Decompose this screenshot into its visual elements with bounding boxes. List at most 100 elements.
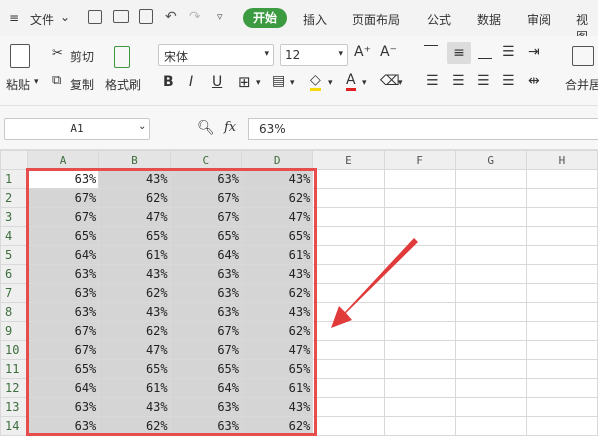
zoom-icon[interactable]: 🔍︎ <box>197 120 215 136</box>
increase-font-icon[interactable]: A⁺ <box>354 44 371 60</box>
cell[interactable] <box>383 264 456 284</box>
cell[interactable]: 67% <box>169 207 243 227</box>
cell[interactable]: 63% <box>26 416 100 436</box>
cell[interactable]: 47% <box>240 207 314 227</box>
row-header[interactable]: 2 <box>0 188 28 208</box>
column-header-c[interactable]: C <box>169 150 243 170</box>
cell[interactable] <box>454 378 527 398</box>
file-menu[interactable]: 文件 <box>30 11 54 28</box>
cell[interactable]: 63% <box>26 283 100 303</box>
cell[interactable] <box>454 264 527 284</box>
cell[interactable] <box>383 359 456 379</box>
justify-icon[interactable]: ☰ <box>502 73 515 89</box>
format-painter-icon[interactable] <box>114 46 130 68</box>
clear-chevron-icon[interactable]: ▾ <box>398 78 403 88</box>
quick-access-chevron-icon[interactable]: ▿ <box>217 10 223 23</box>
cell[interactable]: 63% <box>169 416 243 436</box>
cell[interactable] <box>312 283 385 303</box>
row-header[interactable]: 12 <box>0 378 28 398</box>
cell[interactable] <box>383 321 456 341</box>
cell[interactable]: 61% <box>98 378 171 398</box>
row-header[interactable]: 3 <box>0 207 28 227</box>
cell[interactable] <box>312 169 385 189</box>
tab-insert[interactable]: 插入 <box>303 11 327 28</box>
cell[interactable]: 43% <box>98 264 171 284</box>
cell[interactable]: 43% <box>98 302 171 322</box>
cell[interactable] <box>383 226 456 246</box>
cell[interactable]: 67% <box>169 188 243 208</box>
cell[interactable] <box>525 207 598 227</box>
clear-icon[interactable]: ⌫ <box>380 73 400 89</box>
cell[interactable]: 64% <box>26 245 100 265</box>
align-middle-icon[interactable]: ≡ <box>447 42 471 64</box>
cell[interactable] <box>454 359 527 379</box>
cell[interactable]: 65% <box>26 359 100 379</box>
select-all-corner[interactable] <box>0 150 28 170</box>
cell[interactable]: 67% <box>26 188 100 208</box>
save-icon[interactable] <box>88 10 102 24</box>
cell[interactable] <box>525 302 598 322</box>
column-header-d[interactable]: D <box>240 150 314 170</box>
cell[interactable]: 61% <box>98 245 171 265</box>
cell[interactable] <box>454 416 527 436</box>
cell[interactable]: 43% <box>240 397 314 417</box>
cell[interactable]: 43% <box>98 397 171 417</box>
row-header[interactable]: 1 <box>0 169 28 189</box>
cell[interactable]: 62% <box>98 283 171 303</box>
cell[interactable]: 64% <box>169 378 243 398</box>
cell[interactable]: 67% <box>169 340 243 360</box>
cell[interactable]: 67% <box>26 207 100 227</box>
underline-icon[interactable]: U <box>212 74 222 90</box>
align-top-icon[interactable]: ⎺ <box>424 44 438 60</box>
font-size-select[interactable]: 12 ▾ <box>280 44 348 66</box>
cell[interactable] <box>383 302 456 322</box>
column-header-a[interactable]: A <box>26 150 100 170</box>
cell[interactable]: 67% <box>26 340 100 360</box>
cell[interactable]: 47% <box>98 340 171 360</box>
cell[interactable] <box>312 397 385 417</box>
cell[interactable]: 63% <box>26 397 100 417</box>
cell[interactable]: 65% <box>98 226 171 246</box>
cell[interactable] <box>383 283 456 303</box>
column-header-e[interactable]: E <box>312 150 385 170</box>
cell[interactable] <box>454 397 527 417</box>
cell[interactable] <box>383 245 456 265</box>
column-header-f[interactable]: F <box>383 150 456 170</box>
cell[interactable] <box>525 416 598 436</box>
paste-chevron-icon[interactable]: ▾ <box>34 77 39 87</box>
cell[interactable] <box>312 378 385 398</box>
align-left-icon[interactable]: ☰ <box>426 73 439 89</box>
redo-icon[interactable]: ↷ <box>189 9 201 25</box>
cell[interactable]: 43% <box>240 302 314 322</box>
cell[interactable] <box>454 245 527 265</box>
cell[interactable] <box>312 340 385 360</box>
cell[interactable]: 67% <box>26 321 100 341</box>
row-header[interactable]: 7 <box>0 283 28 303</box>
cell[interactable] <box>525 397 598 417</box>
file-chevron-icon[interactable]: ⌄ <box>60 10 70 24</box>
undo-icon[interactable]: ↶ <box>165 9 177 25</box>
cell[interactable]: 65% <box>240 359 314 379</box>
distribute-icon[interactable]: ⇹ <box>528 73 540 89</box>
cell[interactable] <box>525 226 598 246</box>
cell[interactable]: 63% <box>169 169 243 189</box>
column-header-h[interactable]: H <box>525 150 598 170</box>
font-color-chevron-icon[interactable]: ▾ <box>362 78 367 88</box>
border-icon[interactable]: ⊞ <box>238 73 251 91</box>
tab-start[interactable]: 开始 <box>243 8 287 28</box>
cell[interactable]: 62% <box>98 188 171 208</box>
row-header[interactable]: 9 <box>0 321 28 341</box>
cell[interactable]: 43% <box>240 264 314 284</box>
cell[interactable] <box>525 283 598 303</box>
cell[interactable] <box>312 321 385 341</box>
cell[interactable]: 63% <box>169 302 243 322</box>
cell[interactable] <box>525 321 598 341</box>
cell[interactable]: 62% <box>98 321 171 341</box>
font-color-icon[interactable]: A <box>346 72 356 91</box>
fill-color-chevron-icon[interactable]: ▾ <box>328 78 333 88</box>
cell[interactable]: 62% <box>98 416 171 436</box>
cell[interactable] <box>383 397 456 417</box>
cell[interactable] <box>525 340 598 360</box>
cell[interactable] <box>454 226 527 246</box>
row-header[interactable]: 10 <box>0 340 28 360</box>
